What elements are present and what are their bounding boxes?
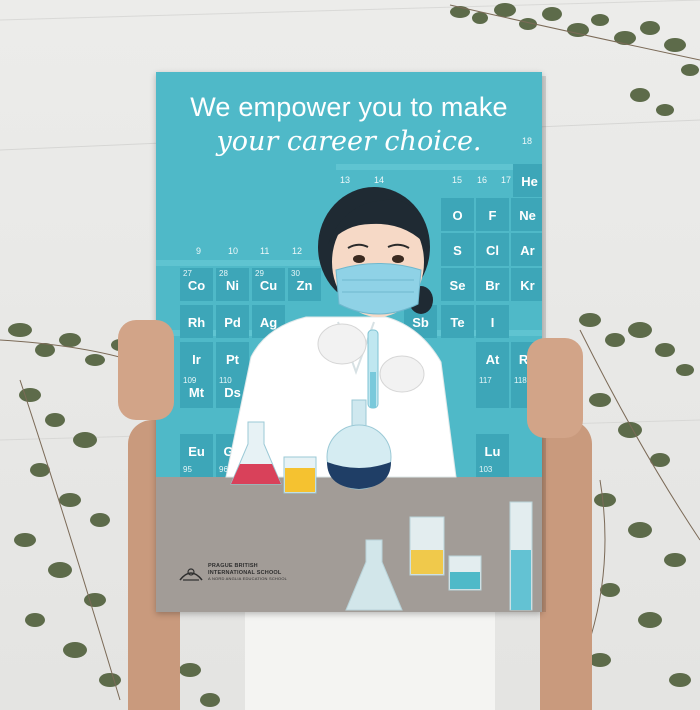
school-logo: PRAGUE BRITISH INTERNATIONAL SCHOOL A NO… (178, 562, 318, 586)
logo-name: PRAGUE BRITISH INTERNATIONAL SCHOOL (208, 563, 282, 576)
school-crest-icon (179, 568, 203, 581)
person-shirt (245, 600, 495, 710)
poster: 18 13 14 15 16 17 9 10 11 12 He O F Ne S… (156, 72, 542, 612)
logo-tagline: A NORD ANGLIA EDUCATION SCHOOL (208, 576, 288, 581)
right-hand (527, 338, 583, 438)
left-hand (118, 320, 174, 420)
scientist-illustration (225, 187, 533, 611)
photo-scene: 18 13 14 15 16 17 9 10 11 12 He O F Ne S… (0, 0, 700, 710)
right-arm (540, 420, 592, 710)
